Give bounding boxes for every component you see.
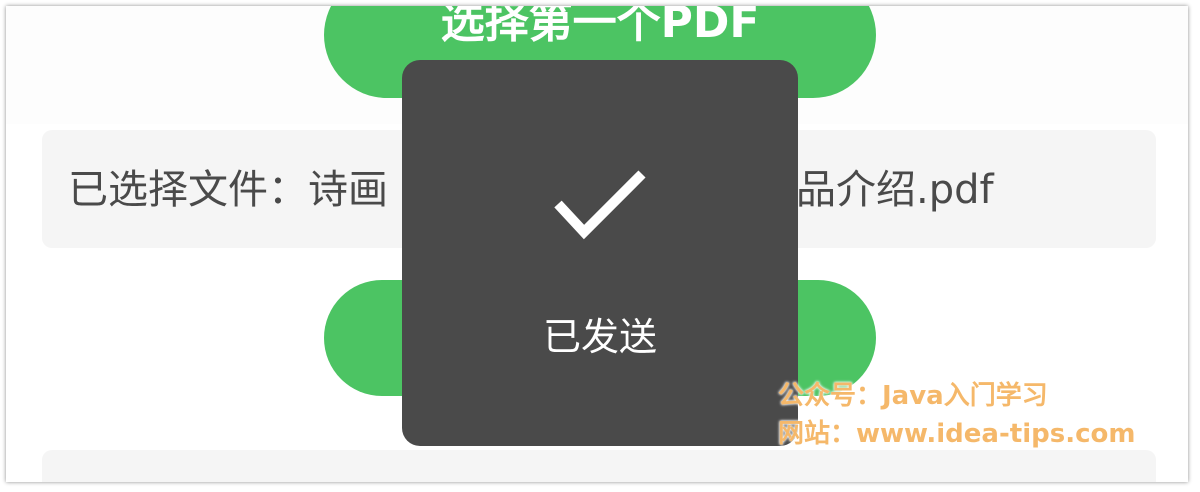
sent-toast: 已发送 — [402, 60, 798, 446]
checkmark-icon — [554, 170, 646, 240]
toast-message: 已发送 — [542, 315, 657, 359]
selected-file-label: 已选择文件：诗画 — [68, 167, 388, 213]
watermark-account: 公众号：Java入门学习 — [778, 381, 1048, 411]
app-screen: 选择第一个PDF 已选择文件：诗画 品介绍.pdf 已发送 公众号：Java入门学… — [6, 6, 1188, 482]
watermark-website: 网站：www.idea-tips.com — [778, 419, 1136, 449]
selected-file-name-end: 品介绍.pdf — [796, 167, 994, 213]
bottom-panel — [42, 450, 1156, 482]
